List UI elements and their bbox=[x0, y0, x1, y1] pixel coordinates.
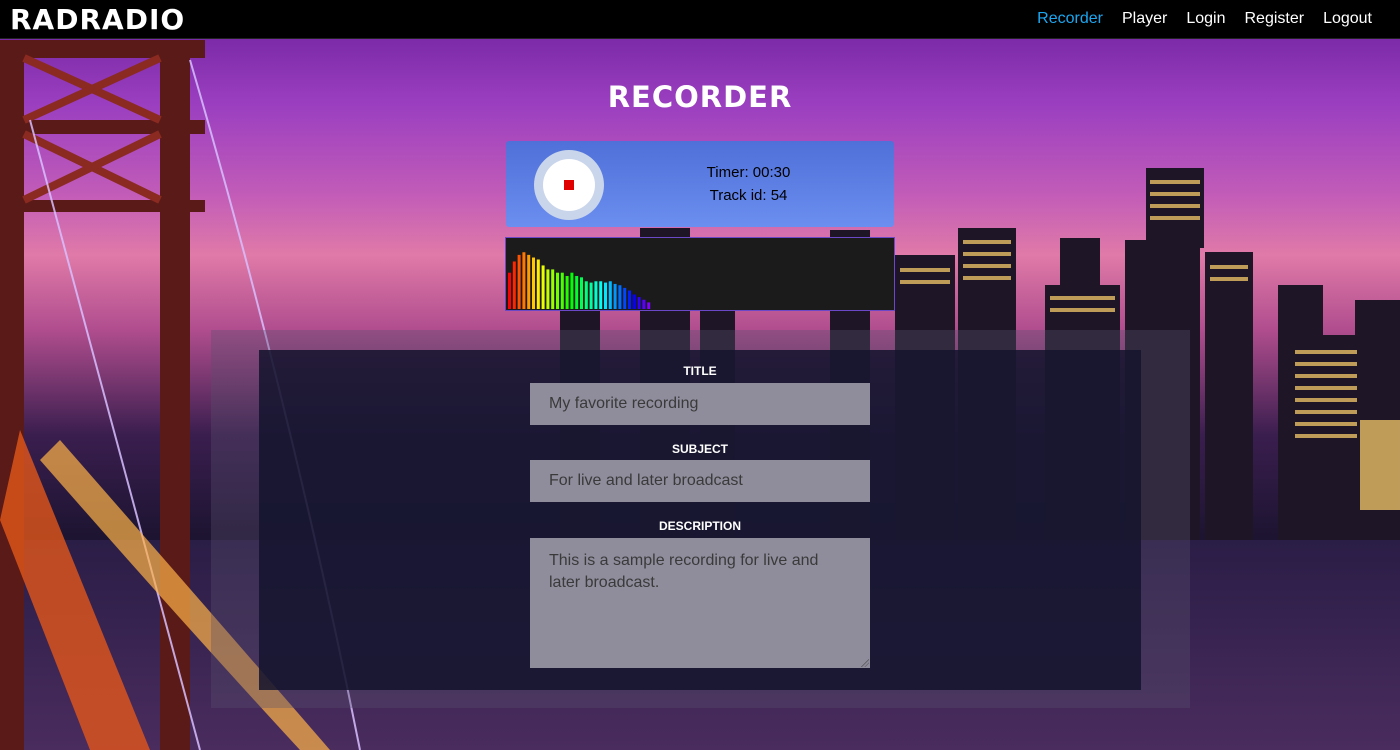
visualizer-bar bbox=[637, 297, 641, 309]
visualizer-bar bbox=[541, 265, 545, 309]
page-title: RECORDER bbox=[607, 80, 793, 114]
track-id-display: Track id: 54 bbox=[709, 187, 788, 204]
title-label: TITLE bbox=[683, 364, 717, 378]
visualizer-bar bbox=[575, 276, 579, 309]
visualizer-bar bbox=[594, 281, 598, 309]
recorder-panel: Timer: 00:30 Track id: 54 bbox=[506, 141, 894, 227]
nav-login-link[interactable]: Login bbox=[1186, 10, 1225, 28]
visualizer-bar bbox=[647, 302, 651, 309]
visualizer-bar bbox=[604, 282, 607, 309]
visualizer-bar bbox=[546, 269, 550, 309]
nav-logout-link[interactable]: Logout bbox=[1323, 10, 1372, 28]
nav-links: Recorder Player Login Register Logout bbox=[1037, 10, 1372, 28]
timer-display: Timer: 00:30 bbox=[706, 164, 791, 181]
top-navbar: RADRADIO Recorder Player Login Register … bbox=[0, 0, 1400, 39]
subject-input[interactable]: For live and later broadcast bbox=[530, 460, 870, 502]
visualizer-bar bbox=[628, 290, 631, 309]
visualizer-bar bbox=[613, 283, 617, 309]
recording-info: Timer: 00:30 Track id: 54 bbox=[686, 161, 811, 207]
visualizer-bar bbox=[551, 269, 555, 309]
visualizer-bar bbox=[508, 272, 511, 309]
record-stop-button[interactable] bbox=[534, 150, 604, 220]
audio-visualizer bbox=[505, 237, 895, 311]
visualizer-bar bbox=[608, 281, 612, 309]
visualizer-bar bbox=[517, 254, 521, 309]
visualizer-bar bbox=[565, 276, 569, 309]
description-text: This is a sample recording for live and … bbox=[549, 552, 819, 591]
visualizer-bar bbox=[532, 257, 535, 309]
visualizer-bar bbox=[623, 287, 627, 309]
visualizer-bar bbox=[580, 277, 583, 309]
visualizer-bar bbox=[512, 261, 516, 309]
visualizer-bar bbox=[589, 282, 593, 309]
visualizer-bar bbox=[632, 294, 636, 309]
stop-icon bbox=[564, 180, 574, 190]
visualizer-bar bbox=[560, 272, 564, 309]
description-label: DESCRIPTION bbox=[658, 519, 741, 533]
visualizer-bar bbox=[584, 281, 588, 309]
nav-player-link[interactable]: Player bbox=[1122, 10, 1167, 28]
visualizer-bars bbox=[508, 252, 651, 309]
visualizer-bar bbox=[536, 259, 540, 309]
visualizer-bar bbox=[618, 285, 622, 309]
visualizer-bar bbox=[522, 252, 526, 309]
visualizer-bar bbox=[570, 272, 574, 309]
visualizer-bar bbox=[556, 272, 559, 309]
description-textarea[interactable]: This is a sample recording for live and … bbox=[530, 538, 870, 668]
brand-logo[interactable]: RADRADIO bbox=[10, 3, 185, 36]
record-button-face bbox=[543, 159, 595, 211]
subject-label: SUBJECT bbox=[671, 442, 728, 456]
nav-register-link[interactable]: Register bbox=[1244, 10, 1304, 28]
resize-handle-icon[interactable] bbox=[861, 659, 869, 667]
visualizer-bar bbox=[527, 254, 531, 309]
nav-recorder-link[interactable]: Recorder bbox=[1037, 10, 1103, 28]
visualizer-bar bbox=[642, 299, 646, 309]
visualizer-bar bbox=[599, 281, 603, 309]
title-input[interactable]: My favorite recording bbox=[530, 383, 870, 425]
